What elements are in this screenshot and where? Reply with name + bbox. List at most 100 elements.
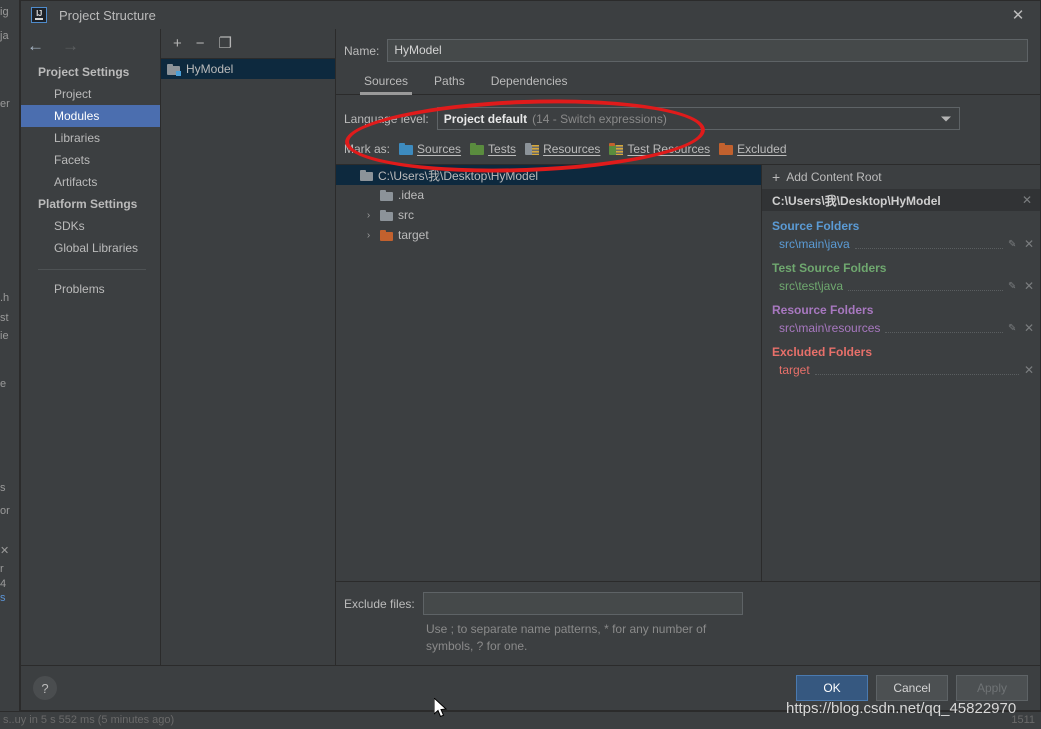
tree-row[interactable]: .idea — [336, 185, 761, 205]
tab-paths[interactable]: Paths — [434, 74, 465, 94]
remove-folder-icon[interactable]: ✕ — [1024, 364, 1034, 376]
group-title: Excluded Folders — [772, 345, 1040, 359]
dialog-title: Project Structure — [59, 8, 156, 23]
source-folders-group: Source Folders src\main\java ✎ ✕ — [762, 211, 1040, 253]
chevron-down-icon — [941, 116, 951, 121]
excluded-folder-icon — [719, 143, 733, 155]
dotted-leader — [815, 365, 1019, 375]
sidebar-item-problems[interactable]: Problems — [21, 278, 160, 300]
sidebar-item-facets[interactable]: Facets — [21, 149, 160, 171]
tree-row-label: C:\Users\我\Desktop\HyModel — [378, 167, 538, 184]
module-name-row: Name: HyModel — [336, 29, 1040, 62]
exclude-files-area: Exclude files: Use ; to separate name pa… — [336, 581, 1040, 665]
sidebar-item-modules[interactable]: Modules — [21, 105, 160, 127]
language-level-row: Language level: Project default (14 - Sw… — [336, 95, 1040, 130]
bg-text-fragment: ie — [0, 330, 9, 342]
project-structure-dialog: IJ Project Structure ✕ ← → Project Setti… — [20, 0, 1041, 711]
mark-as-option-label: Tests — [488, 142, 516, 156]
language-level-dropdown[interactable]: Project default (14 - Switch expressions… — [437, 107, 960, 130]
bg-text-fragment: .h — [0, 292, 9, 304]
module-list-item[interactable]: HyModel — [161, 59, 335, 79]
dotted-leader — [855, 239, 1003, 249]
mark-as-option-label: Test Resources — [627, 142, 710, 156]
tree-row[interactable]: ⱟ C:\Users\我\Desktop\HyModel — [336, 165, 761, 185]
tree-row-label: src — [398, 208, 414, 222]
mark-as-option-label: Excluded — [737, 142, 786, 156]
folder-icon — [380, 210, 393, 221]
bg-text-fragment: 4 — [0, 578, 6, 590]
mark-as-label: Mark as: — [344, 142, 390, 156]
folder-path: target — [779, 363, 810, 377]
module-name: HyModel — [186, 62, 233, 76]
language-level-detail: (14 - Switch expressions) — [532, 112, 667, 126]
content-root-details-panel: + Add Content Root C:\Users\我\Desktop\Hy… — [762, 165, 1040, 581]
modules-toolbar: + − ❐ — [161, 29, 335, 59]
mark-as-sources-button[interactable]: Sources — [399, 142, 461, 156]
tree-row[interactable]: › target — [336, 225, 761, 245]
dialog-button-bar: ? OK Cancel Apply — [21, 665, 1040, 710]
bg-text-fragment: r — [0, 563, 4, 575]
modules-list-panel: + − ❐ HyModel — [161, 29, 336, 665]
mark-as-excluded-button[interactable]: Excluded — [719, 142, 786, 156]
chevron-right-icon[interactable]: › — [362, 210, 375, 221]
navigation-arrows: ← → — [21, 29, 160, 61]
mark-as-test-resources-button[interactable]: Test Resources — [609, 142, 710, 156]
edit-icon[interactable]: ✎ — [1008, 239, 1019, 250]
folder-entry-row: target ✕ — [772, 361, 1040, 379]
remove-content-root-icon[interactable]: ✕ — [1022, 194, 1032, 206]
name-label: Name: — [344, 44, 379, 58]
language-level-label: Language level: — [344, 112, 429, 126]
copy-module-icon[interactable]: ❐ — [219, 36, 232, 51]
sidebar-item-project[interactable]: Project — [21, 83, 160, 105]
tab-dependencies[interactable]: Dependencies — [491, 74, 568, 94]
dialog-actions: OK Cancel Apply — [796, 675, 1028, 701]
tests-folder-icon — [470, 143, 484, 155]
folder-path: src\main\java — [779, 237, 850, 251]
module-name-input[interactable]: HyModel — [387, 39, 1028, 62]
cancel-button[interactable]: Cancel — [876, 675, 948, 701]
ok-button[interactable]: OK — [796, 675, 868, 701]
edit-icon[interactable]: ✎ — [1008, 281, 1019, 292]
add-module-icon[interactable]: + — [173, 36, 182, 51]
plus-icon: + — [772, 170, 780, 184]
sidebar-item-libraries[interactable]: Libraries — [21, 127, 160, 149]
remove-folder-icon[interactable]: ✕ — [1024, 322, 1034, 334]
edit-icon[interactable]: ✎ — [1008, 323, 1019, 334]
folder-icon — [380, 190, 393, 201]
test-source-folders-group: Test Source Folders src\test\java ✎ ✕ — [762, 253, 1040, 295]
bg-close-fragment-icon: ✕ — [0, 545, 9, 557]
remove-folder-icon[interactable]: ✕ — [1024, 280, 1034, 292]
tree-row-label: target — [398, 228, 429, 242]
content-root-header: C:\Users\我\Desktop\HyModel ✕ — [762, 189, 1040, 211]
back-arrow-icon[interactable]: ← — [27, 37, 44, 54]
content-split: ⱟ C:\Users\我\Desktop\HyModel .idea › src… — [336, 164, 1040, 581]
module-tabs: Sources Paths Dependencies — [336, 62, 1040, 95]
tree-row-label: .idea — [398, 188, 424, 202]
background-status-bar: s..uy in 5 s 552 ms (5 minutes ago) 1511 — [0, 711, 1041, 729]
folder-path: src\main\resources — [779, 321, 880, 335]
chevron-down-icon[interactable]: ⱟ — [342, 170, 355, 181]
bg-text-fragment: s — [0, 592, 6, 604]
excluded-folders-group: Excluded Folders target ✕ — [762, 337, 1040, 379]
folder-entry-row: src\main\java ✎ ✕ — [772, 235, 1040, 253]
exclude-files-input[interactable] — [423, 592, 743, 615]
sidebar-item-artifacts[interactable]: Artifacts — [21, 171, 160, 193]
sidebar-item-global-libraries[interactable]: Global Libraries — [21, 237, 160, 259]
content-root-tree: ⱟ C:\Users\我\Desktop\HyModel .idea › src… — [336, 165, 762, 581]
language-level-value: Project default — [444, 112, 527, 126]
bg-text-fragment: or — [0, 505, 10, 517]
remove-folder-icon[interactable]: ✕ — [1024, 238, 1034, 250]
tree-row[interactable]: › src — [336, 205, 761, 225]
help-button[interactable]: ? — [33, 676, 57, 700]
tab-sources[interactable]: Sources — [364, 74, 408, 94]
close-icon[interactable]: ✕ — [996, 1, 1040, 29]
remove-module-icon[interactable]: − — [196, 36, 205, 51]
mark-as-resources-button[interactable]: Resources — [525, 142, 600, 156]
chevron-right-icon[interactable]: › — [362, 230, 375, 241]
add-content-root-button[interactable]: + Add Content Root — [762, 165, 1040, 189]
sidebar-divider — [38, 269, 146, 270]
mark-as-tests-button[interactable]: Tests — [470, 142, 516, 156]
sidebar-item-sdks[interactable]: SDKs — [21, 215, 160, 237]
apply-button: Apply — [956, 675, 1028, 701]
content-root-path: C:\Users\我\Desktop\HyModel — [772, 192, 941, 209]
